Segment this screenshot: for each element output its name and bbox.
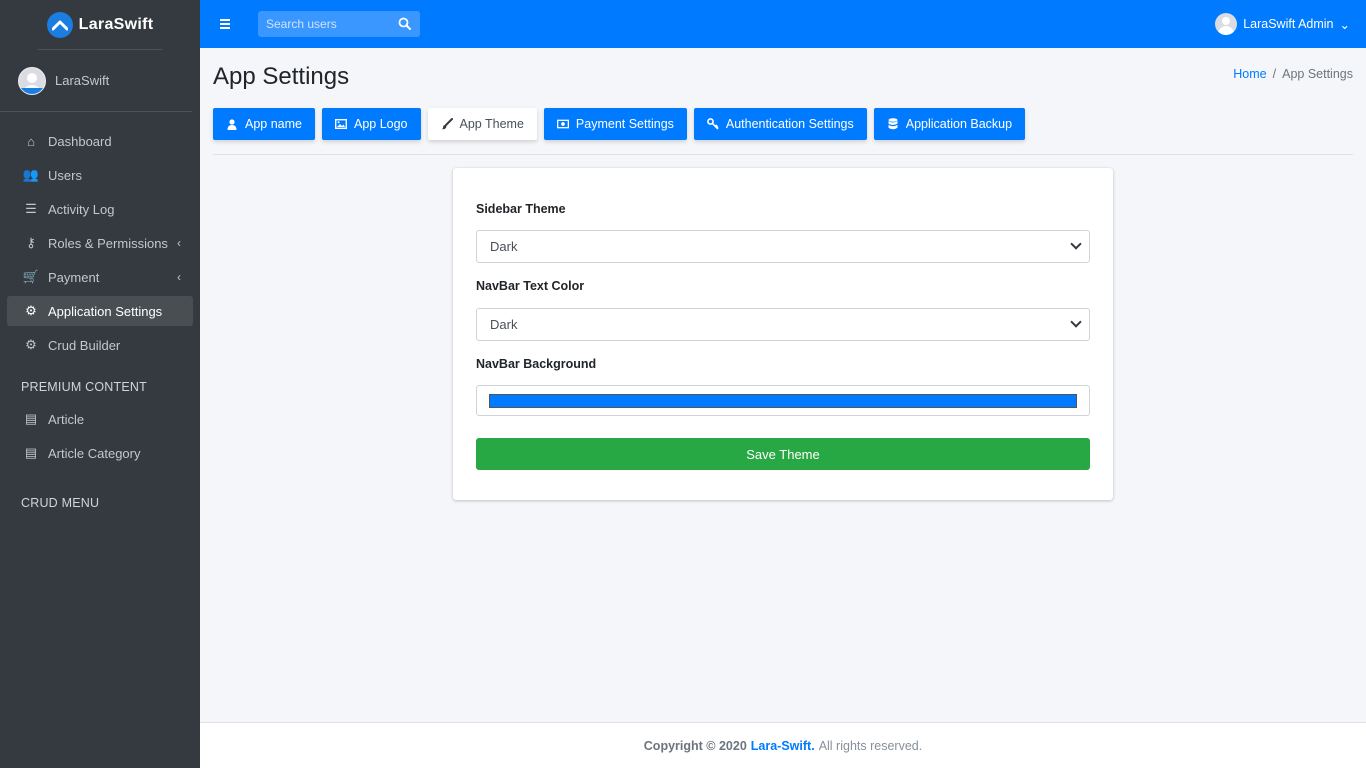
sidebar-item-label: Payment [48, 269, 100, 285]
chevron-down-icon [1070, 316, 1082, 328]
key-icon: ⚷ [26, 235, 36, 250]
tab-label: App name [245, 117, 302, 131]
sidebar-nav: ⌂ Dashboard 👥 Users ☰ Activity Log ⚷ Rol… [0, 126, 200, 520]
breadcrumb: Home / App Settings [1233, 67, 1353, 81]
sidebar-item-label: Activity Log [48, 201, 115, 217]
premium-content-header: PREMIUM CONTENT [21, 380, 147, 394]
tab-application-backup[interactable]: Application Backup [873, 108, 1026, 140]
breadcrumb-separator: / [1272, 67, 1277, 81]
save-theme-button[interactable]: Save Theme [476, 438, 1090, 470]
settings-tabs: App name App Logo App Theme Payment Sett… [213, 108, 1026, 140]
navbar-background-color-input[interactable] [476, 385, 1090, 416]
cart-icon: 🛒 [22, 269, 40, 284]
crud-menu-header: CRUD MENU [21, 496, 100, 510]
navbar-text-color-value: Dark [490, 317, 518, 332]
sidebar-item-label: Users [48, 167, 82, 183]
sidebar-item-roles-permissions[interactable]: ⚷ Roles & Permissions ‹ [7, 228, 193, 258]
chevron-left-icon: ‹ [177, 236, 181, 250]
search-input[interactable] [266, 17, 386, 31]
tab-label: App Logo [353, 117, 408, 131]
tab-label: Application Backup [905, 117, 1013, 131]
theme-settings-card: Sidebar Theme Dark NavBar Text Color Dar… [453, 168, 1113, 500]
footer: Copyright © 2020 Lara-Swift. All rights … [200, 722, 1366, 768]
sidebar: LaraSwift LaraSwift ⌂ Dashboard 👥 Users … [0, 0, 200, 768]
navbar-text-color-label: NavBar Text Color [476, 279, 585, 293]
page-title: App Settings [213, 63, 350, 90]
sidebar-item-payment[interactable]: 🛒 Payment ‹ [7, 262, 193, 292]
navbar-text-color-select[interactable]: Dark [476, 308, 1090, 341]
sidebar-item-crud-builder[interactable]: ⚙ Crud Builder [7, 330, 193, 360]
tab-label: Authentication Settings [725, 117, 854, 131]
users-icon: 👥 [22, 167, 40, 182]
sidebar-item-label: Article [48, 411, 85, 427]
gear-icon: ⚙ [25, 337, 37, 352]
database-icon [887, 118, 899, 130]
sidebar-item-activity-log[interactable]: ☰ Activity Log [7, 194, 193, 224]
hamburger-menu-icon[interactable] [220, 19, 234, 29]
image-icon [334, 118, 347, 130]
key-icon [706, 118, 719, 130]
swift-logo-icon [46, 11, 73, 38]
chevron-left-icon: ‹ [177, 270, 181, 284]
footer-brand-link[interactable]: Lara-Swift. [751, 739, 815, 753]
sidebar-item-dashboard[interactable]: ⌂ Dashboard [7, 126, 193, 156]
user-panel[interactable]: LaraSwift [0, 50, 192, 112]
tab-label: Payment Settings [575, 117, 674, 131]
sidebar-user-name: LaraSwift [55, 73, 110, 88]
search-box [258, 11, 420, 37]
sidebar-theme-label: Sidebar Theme [476, 202, 566, 216]
sidebar-item-application-settings[interactable]: ⚙ Application Settings [7, 296, 193, 326]
user-menu-label: LaraSwift Admin [1243, 17, 1334, 31]
sidebar-item-label: Dashboard [48, 133, 112, 149]
main-content: App Settings Home / App Settings App nam… [200, 48, 1366, 722]
tab-app-logo[interactable]: App Logo [321, 108, 421, 140]
tab-app-name[interactable]: App name [213, 108, 315, 140]
user-icon [226, 118, 238, 130]
breadcrumb-home-link[interactable]: Home [1233, 67, 1266, 81]
footer-copyright: Copyright © 2020 [643, 738, 747, 753]
sidebar-item-label: Crud Builder [48, 337, 121, 353]
color-swatch [489, 394, 1077, 408]
search-icon[interactable] [398, 17, 412, 31]
navbar-background-label: NavBar Background [476, 357, 597, 371]
gear-icon: ⚙ [25, 303, 37, 318]
avatar [1215, 13, 1238, 35]
breadcrumb-current: App Settings [1282, 67, 1353, 81]
sidebar-item-users[interactable]: 👥 Users [7, 160, 193, 190]
user-menu[interactable]: LaraSwift Admin ⌄ [1215, 13, 1350, 35]
avatar [18, 66, 46, 95]
tab-app-theme[interactable]: App Theme [427, 108, 537, 140]
sidebar-theme-select[interactable]: Dark [476, 230, 1090, 263]
sidebar-item-label: Application Settings [48, 303, 163, 319]
chevron-down-icon [1070, 238, 1082, 250]
newspaper-icon: ▤ [24, 445, 38, 460]
tab-label: App Theme [459, 117, 524, 131]
sidebar-item-label: Roles & Permissions [48, 235, 168, 251]
sidebar-item-article[interactable]: ▤ Article [7, 404, 193, 434]
tab-authentication-settings[interactable]: Authentication Settings [693, 108, 867, 140]
paintbrush-icon [441, 118, 453, 130]
list-icon: ☰ [25, 201, 37, 216]
divider [213, 154, 1353, 155]
top-navbar: LaraSwift Admin ⌄ [200, 0, 1366, 48]
sidebar-item-label: Article Category [48, 445, 141, 461]
money-icon [556, 118, 569, 130]
home-icon: ⌂ [27, 133, 35, 149]
brand[interactable]: LaraSwift [38, 0, 162, 50]
footer-rights: All rights reserved. [818, 738, 923, 753]
chevron-down-icon: ⌄ [1339, 17, 1350, 32]
newspaper-icon: ▤ [24, 411, 38, 426]
brand-name: LaraSwift [78, 15, 154, 33]
sidebar-item-article-category[interactable]: ▤ Article Category [7, 438, 193, 468]
tab-payment-settings[interactable]: Payment Settings [543, 108, 687, 140]
sidebar-theme-value: Dark [490, 239, 518, 254]
